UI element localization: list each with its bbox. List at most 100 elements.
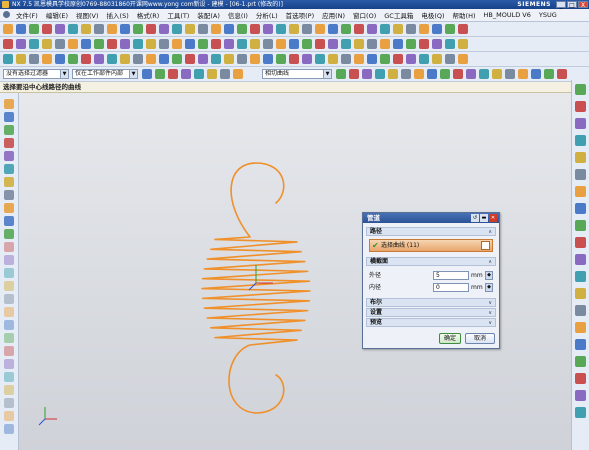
section-boolean[interactable]: 布尔 ∨ (366, 298, 496, 307)
sketch-tool-icon[interactable] (4, 333, 14, 343)
sketch-tool-icon[interactable] (4, 177, 14, 187)
toolbar-tool-icon[interactable] (458, 54, 468, 64)
sketch-tool-icon[interactable] (4, 268, 14, 278)
toolbar-tool-icon[interactable] (406, 24, 416, 34)
toolbar-tool-icon[interactable] (68, 39, 78, 49)
toolbar-tool-icon[interactable] (466, 69, 476, 79)
toolbar-tool-icon[interactable] (419, 24, 429, 34)
select-curve-row[interactable]: ✔ 选择曲线 (11) (369, 239, 493, 252)
toolbar-tool-icon[interactable] (3, 24, 13, 34)
toolbar-tool-icon[interactable] (427, 69, 437, 79)
toolbar-tool-icon[interactable] (328, 39, 338, 49)
toolbar-tool-icon[interactable] (146, 54, 156, 64)
toolbar-tool-icon[interactable] (302, 24, 312, 34)
toolbar-tool-icon[interactable] (479, 69, 489, 79)
toolbar-tool-icon[interactable] (172, 54, 182, 64)
toolbar-tool-icon[interactable] (263, 54, 273, 64)
sketch-tool-icon[interactable] (4, 385, 14, 395)
toolbar-tool-icon[interactable] (172, 39, 182, 49)
toolbar-tool-icon[interactable] (453, 69, 463, 79)
resource-bar-icon[interactable] (575, 339, 586, 350)
toolbar-tool-icon[interactable] (42, 54, 52, 64)
toolbar-tool-icon[interactable] (349, 69, 359, 79)
resource-bar-icon[interactable] (575, 305, 586, 316)
resource-bar-icon[interactable] (575, 271, 586, 282)
toolbar-tool-icon[interactable] (194, 69, 204, 79)
resource-bar-icon[interactable] (575, 152, 586, 163)
resource-bar-icon[interactable] (575, 118, 586, 129)
sketch-tool-icon[interactable] (4, 307, 14, 317)
inner-diameter-options-button[interactable]: ◆ (485, 283, 493, 292)
menu-item[interactable]: 首选项(P) (282, 10, 319, 20)
toolbar-tool-icon[interactable] (289, 54, 299, 64)
toolbar-tool-icon[interactable] (336, 69, 346, 79)
toolbar-tool-icon[interactable] (42, 39, 52, 49)
sketch-tool-icon[interactable] (4, 398, 14, 408)
resource-bar-icon[interactable] (575, 186, 586, 197)
toolbar-tool-icon[interactable] (458, 24, 468, 34)
toolbar-tool-icon[interactable] (406, 54, 416, 64)
toolbar-tool-icon[interactable] (250, 24, 260, 34)
toolbar-tool-icon[interactable] (354, 24, 364, 34)
sketch-tool-icon[interactable] (4, 216, 14, 226)
resource-bar-icon[interactable] (575, 84, 586, 95)
toolbar-tool-icon[interactable] (211, 39, 221, 49)
toolbar-tool-icon[interactable] (406, 39, 416, 49)
section-settings[interactable]: 设置 ∨ (366, 308, 496, 317)
toolbar-tool-icon[interactable] (531, 69, 541, 79)
toolbar-tool-icon[interactable] (375, 69, 385, 79)
toolbar-tool-icon[interactable] (172, 24, 182, 34)
toolbar-tool-icon[interactable] (362, 69, 372, 79)
sketch-tool-icon[interactable] (4, 190, 14, 200)
toolbar-tool-icon[interactable] (263, 24, 273, 34)
toolbar-tool-icon[interactable] (354, 39, 364, 49)
toolbar-tool-icon[interactable] (29, 54, 39, 64)
toolbar-tool-icon[interactable] (505, 69, 515, 79)
menu-item[interactable]: 窗口(O) (349, 10, 380, 20)
toolbar-tool-icon[interactable] (224, 39, 234, 49)
section-path[interactable]: 路径 ∧ (366, 227, 496, 236)
resource-bar-icon[interactable] (575, 237, 586, 248)
toolbar-tool-icon[interactable] (120, 54, 130, 64)
toolbar-tool-icon[interactable] (3, 39, 13, 49)
toolbar-tool-icon[interactable] (224, 24, 234, 34)
toolbar-tool-icon[interactable] (185, 24, 195, 34)
toolbar-tool-icon[interactable] (315, 24, 325, 34)
resource-bar-icon[interactable] (575, 220, 586, 231)
resource-bar-icon[interactable] (575, 407, 586, 418)
toolbar-tool-icon[interactable] (146, 24, 156, 34)
toolbar-tool-icon[interactable] (237, 24, 247, 34)
toolbar-tool-icon[interactable] (276, 54, 286, 64)
toolbar-tool-icon[interactable] (432, 39, 442, 49)
menu-item[interactable]: 视图(V) (72, 10, 103, 20)
outer-diameter-input[interactable]: 5 (433, 271, 469, 280)
toolbar-tool-icon[interactable] (544, 69, 554, 79)
menu-item[interactable]: 格式(R) (133, 10, 164, 20)
sketch-tool-icon[interactable] (4, 242, 14, 252)
resource-bar-icon[interactable] (575, 322, 586, 333)
sketch-tool-icon[interactable] (4, 138, 14, 148)
inner-diameter-input[interactable]: 0 (433, 283, 469, 292)
toolbar-tool-icon[interactable] (341, 24, 351, 34)
toolbar-tool-icon[interactable] (250, 54, 260, 64)
curve-rule-select[interactable]: 相切曲线 ▼ (262, 69, 332, 79)
toolbar-tool-icon[interactable] (133, 39, 143, 49)
toolbar-tool-icon[interactable] (380, 54, 390, 64)
toolbar-tool-icon[interactable] (198, 54, 208, 64)
toolbar-tool-icon[interactable] (120, 24, 130, 34)
toolbar-tool-icon[interactable] (198, 24, 208, 34)
toolbar-tool-icon[interactable] (380, 24, 390, 34)
toolbar-tool-icon[interactable] (414, 69, 424, 79)
sketch-tool-icon[interactable] (4, 411, 14, 421)
outer-diameter-options-button[interactable]: ◆ (485, 271, 493, 280)
toolbar-tool-icon[interactable] (159, 39, 169, 49)
menu-item[interactable]: GC工具箱 (380, 10, 417, 20)
sketch-tool-icon[interactable] (4, 359, 14, 369)
toolbar-tool-icon[interactable] (419, 54, 429, 64)
reset-icon[interactable]: ↺ (471, 214, 479, 222)
toolbar-tool-icon[interactable] (393, 39, 403, 49)
toolbar-tool-icon[interactable] (380, 39, 390, 49)
resource-bar-icon[interactable] (575, 288, 586, 299)
toolbar-tool-icon[interactable] (3, 54, 13, 64)
gear-icon[interactable] (3, 11, 10, 18)
